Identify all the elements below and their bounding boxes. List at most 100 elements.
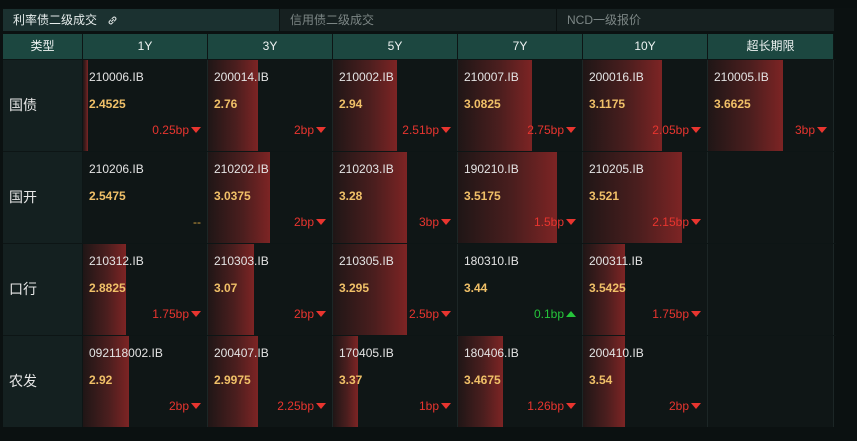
bond-cell[interactable]: 210006.IB 2.4525 0.25bp [83, 60, 208, 151]
yield-change-value: 2bp [293, 123, 314, 137]
bond-code[interactable]: 210312.IB [89, 254, 144, 268]
bond-code[interactable]: 210305.IB [339, 254, 394, 268]
bond-code[interactable]: 200014.IB [214, 70, 269, 84]
bond-cell[interactable]: 092118002.IB 2.92 2bp [83, 336, 208, 427]
row-label: 农发 [3, 336, 83, 427]
yield-change-value: 2bp [668, 399, 689, 413]
down-arrow-icon [566, 403, 576, 409]
bond-cell[interactable]: 210206.IB 2.5475 -- [83, 152, 208, 243]
yield-change: 2.75bp [527, 123, 576, 137]
bond-cell[interactable]: 200014.IB 2.76 2bp [208, 60, 333, 151]
yield-change: 2.05bp [652, 123, 701, 137]
bond-yield: 3.44 [464, 281, 488, 295]
bond-cell[interactable]: 170405.IB 3.37 1bp [333, 336, 458, 427]
yield-change-value: 1.5bp [533, 215, 564, 229]
yield-change-value: 1.75bp [152, 307, 189, 321]
bond-cell[interactable]: 180310.IB 3.44 0.1bp [458, 244, 583, 335]
down-arrow-icon [191, 403, 201, 409]
bond-cell[interactable]: 200016.IB 3.1175 2.05bp [583, 60, 708, 151]
bond-code[interactable]: 180406.IB [464, 346, 519, 360]
yield-change-value: 0.25bp [152, 123, 189, 137]
yield-change-value: 2.75bp [527, 123, 564, 137]
bond-yield: 3.5425 [589, 281, 626, 295]
yield-change: 2bp [294, 215, 326, 229]
bond-code[interactable]: 200407.IB [214, 346, 269, 360]
header-ultra-long: 超长期限 [708, 34, 834, 59]
bond-code[interactable]: 210002.IB [339, 70, 394, 84]
top-strip [0, 0, 857, 8]
bond-cell[interactable]: 210005.IB 3.6625 3bp [708, 60, 834, 151]
bond-code[interactable]: 180310.IB [464, 254, 519, 268]
table-row: 农发 092118002.IB 2.92 2bp 200407.IB 2.9975 2.25… [3, 335, 836, 427]
yield-change-value: 2bp [293, 215, 314, 229]
bond-cell[interactable]: 210312.IB 2.8825 1.75bp [83, 244, 208, 335]
bond-code[interactable]: 210205.IB [589, 162, 644, 176]
bond-code[interactable]: 210203.IB [339, 162, 394, 176]
yield-change: 2bp [294, 307, 326, 321]
bond-cell[interactable]: 210002.IB 2.94 2.51bp [333, 60, 458, 151]
bond-code[interactable]: 190210.IB [464, 162, 519, 176]
down-arrow-icon [566, 219, 576, 225]
bond-cell[interactable]: 190210.IB 3.5175 1.5bp [458, 152, 583, 243]
tab-label: NCD一级报价 [567, 13, 641, 27]
yield-change: 3bp [795, 123, 827, 137]
change-bar [83, 60, 88, 151]
yield-change: 1bp [419, 399, 451, 413]
bond-cell[interactable]: 210203.IB 3.28 3bp [333, 152, 458, 243]
bond-cell[interactable]: 210305.IB 3.295 2.5bp [333, 244, 458, 335]
yield-change: 0.25bp [152, 123, 201, 137]
tab-label: 利率债二级成交 [13, 13, 98, 27]
bond-code[interactable]: 210206.IB [89, 162, 144, 176]
yield-change: -- [193, 215, 201, 229]
bond-code[interactable]: 210005.IB [714, 70, 769, 84]
tab-label: 信用债二级成交 [290, 13, 375, 27]
bond-cell[interactable]: 210205.IB 3.521 2.15bp [583, 152, 708, 243]
bond-yield: 3.521 [589, 189, 620, 203]
bond-cell[interactable]: 210007.IB 3.0825 2.75bp [458, 60, 583, 151]
bond-cell[interactable]: 210303.IB 3.07 2bp [208, 244, 333, 335]
yield-change: 1.75bp [652, 307, 701, 321]
down-arrow-icon [441, 127, 451, 133]
bond-yield: 2.92 [89, 373, 113, 387]
bond-code[interactable]: 210202.IB [214, 162, 269, 176]
yield-change-value: 1.75bp [652, 307, 689, 321]
bond-cell[interactable]: 180406.IB 3.4675 1.26bp [458, 336, 583, 427]
tab-rate-bond-trades[interactable]: 利率债二级成交 [3, 9, 280, 31]
bond-yield: 3.28 [339, 189, 363, 203]
bond-code[interactable]: 200016.IB [589, 70, 644, 84]
down-arrow-icon [817, 127, 827, 133]
bond-code[interactable]: 092118002.IB [89, 346, 163, 360]
down-arrow-icon [691, 403, 701, 409]
bond-yield: 3.6625 [714, 97, 751, 111]
yield-change: 1.26bp [527, 399, 576, 413]
bond-code[interactable]: 200311.IB [589, 254, 643, 268]
empty-cell [708, 336, 834, 427]
tab-ncd-quotes[interactable]: NCD一级报价 [557, 9, 835, 31]
bond-cell[interactable]: 210202.IB 3.0375 2bp [208, 152, 333, 243]
bond-code[interactable]: 210303.IB [214, 254, 269, 268]
bond-code[interactable]: 210007.IB [464, 70, 519, 84]
yield-change: 2.15bp [652, 215, 701, 229]
bond-cell[interactable]: 200410.IB 3.54 2bp [583, 336, 708, 427]
bond-yield: 3.4675 [464, 373, 501, 387]
bond-code[interactable]: 210006.IB [89, 70, 144, 84]
bond-yield: 3.0825 [464, 97, 501, 111]
bond-cell[interactable]: 200407.IB 2.9975 2.25bp [208, 336, 333, 427]
down-arrow-icon [441, 311, 451, 317]
bond-yield: 2.76 [214, 97, 238, 111]
bond-cell[interactable]: 200311.IB 3.5425 1.75bp [583, 244, 708, 335]
yield-change-value: 2.05bp [652, 123, 689, 137]
row-label: 国债 [3, 60, 83, 151]
yield-change-value: 3bp [418, 215, 439, 229]
yield-change-value: 2.25bp [277, 399, 314, 413]
empty-cell [708, 244, 834, 335]
bond-yield: 3.54 [589, 373, 613, 387]
tab-credit-bond-trades[interactable]: 信用债二级成交 [280, 9, 557, 31]
bond-code[interactable]: 170405.IB [339, 346, 394, 360]
down-arrow-icon [316, 311, 326, 317]
down-arrow-icon [441, 219, 451, 225]
bond-code[interactable]: 200410.IB [589, 346, 644, 360]
row-label: 国开 [3, 152, 83, 243]
bond-yield: 3.37 [339, 373, 363, 387]
link-icon[interactable] [107, 15, 118, 26]
